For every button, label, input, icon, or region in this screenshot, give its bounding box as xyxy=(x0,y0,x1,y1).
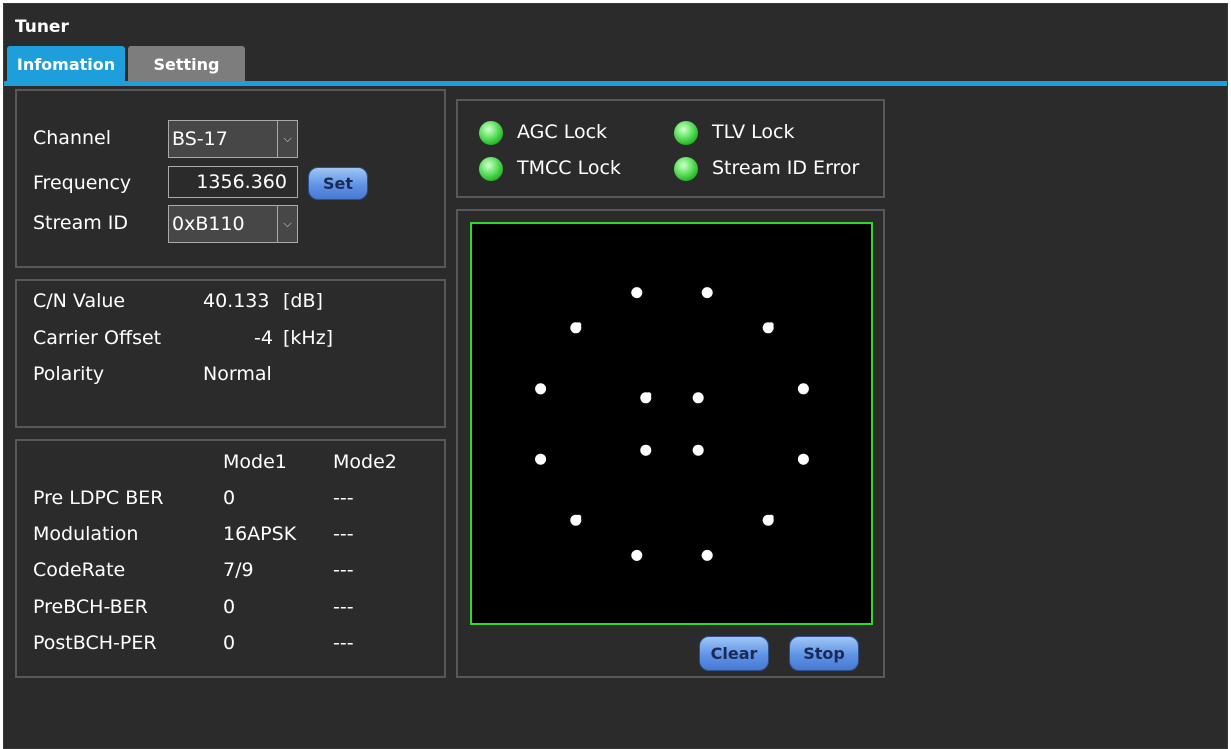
constellation-point xyxy=(701,552,707,558)
row-mode1: 0 xyxy=(223,632,236,654)
constellation-point xyxy=(800,459,806,465)
tmcc-lock-led xyxy=(479,157,503,181)
constellation-point xyxy=(634,555,640,561)
row-label: Pre LDPC BER xyxy=(33,487,164,509)
cn-value: 40.133 xyxy=(203,290,270,312)
row-mode2: --- xyxy=(333,487,354,509)
tuning-panel: Channel BS-17 ⌵ Frequency 1356.360 Set S… xyxy=(15,89,446,268)
channel-select[interactable]: BS-17 ⌵ xyxy=(168,120,298,158)
polarity-value: Normal xyxy=(203,363,272,385)
carrier-offset-value: -4 xyxy=(254,327,273,349)
window-title: Tuner xyxy=(15,17,69,37)
row-mode1: 16APSK xyxy=(223,523,297,545)
constellation-point xyxy=(692,395,698,401)
row-label: Modulation xyxy=(33,523,139,545)
row-label: PostBCH-PER xyxy=(33,632,157,654)
cn-unit: [dB] xyxy=(283,290,323,312)
constellation-point xyxy=(631,290,637,296)
row-mode1: 7/9 xyxy=(223,559,254,581)
row-mode1: 0 xyxy=(223,596,236,618)
agc-lock-led xyxy=(479,121,503,145)
set-button[interactable]: Set xyxy=(308,167,368,200)
row-label: PreBCH-BER xyxy=(33,596,148,618)
tab-information[interactable]: Infomation xyxy=(7,46,125,82)
row-mode2: --- xyxy=(333,523,354,545)
stream-id-label: Stream ID xyxy=(33,212,129,234)
stream-id-error-label: Stream ID Error xyxy=(712,157,860,179)
constellation-point xyxy=(768,514,774,520)
mode2-header: Mode2 xyxy=(333,451,397,473)
constellation-panel: Clear Stop xyxy=(456,209,885,678)
chevron-down-icon[interactable]: ⌵ xyxy=(277,121,297,157)
constellation-point xyxy=(646,392,652,398)
mode-panel: Mode1 Mode2 Pre LDPC BER 0 --- Modulatio… xyxy=(15,439,446,678)
constellation-point xyxy=(538,389,544,395)
frequency-field[interactable]: 1356.360 xyxy=(168,166,298,198)
cn-label: C/N Value xyxy=(33,290,126,312)
agc-lock-label: AGC Lock xyxy=(517,121,608,143)
tuner-window: Tuner Infomation Setting Channel BS-17 ⌵… xyxy=(3,3,1228,749)
carrier-offset-label: Carrier Offset xyxy=(33,327,162,349)
constellation-point xyxy=(535,456,541,462)
polarity-label: Polarity xyxy=(33,363,105,385)
row-label: CodeRate xyxy=(33,559,126,581)
stream-id-value: 0xB110 xyxy=(172,213,245,235)
constellation-point xyxy=(692,447,698,453)
frequency-label: Frequency xyxy=(33,172,132,194)
constellation-point xyxy=(576,514,582,520)
constellation-point xyxy=(576,322,582,328)
constellation-point xyxy=(704,293,710,299)
constellation-point xyxy=(768,322,774,328)
carrier-offset-unit: [kHz] xyxy=(283,327,334,349)
clear-button[interactable]: Clear xyxy=(699,636,769,671)
stream-id-select[interactable]: 0xB110 ⌵ xyxy=(168,205,298,243)
constellation-display xyxy=(470,222,873,625)
row-mode1: 0 xyxy=(223,487,236,509)
constellation-point xyxy=(797,386,803,392)
tab-setting[interactable]: Setting xyxy=(128,46,245,82)
tab-underline xyxy=(4,81,1227,86)
row-mode2: --- xyxy=(333,559,354,581)
row-mode2: --- xyxy=(333,596,354,618)
chevron-down-icon[interactable]: ⌵ xyxy=(277,206,297,242)
tlv-lock-label: TLV Lock xyxy=(712,121,795,143)
channel-value: BS-17 xyxy=(172,128,228,150)
constellation-plot xyxy=(535,287,809,561)
channel-label: Channel xyxy=(33,127,112,149)
tlv-lock-led xyxy=(674,121,698,145)
signal-panel: C/N Value 40.133 [dB] Carrier Offset -4 … xyxy=(15,279,446,428)
mode1-header: Mode1 xyxy=(223,451,287,473)
constellation-point xyxy=(643,450,649,456)
tmcc-lock-label: TMCC Lock xyxy=(517,157,621,179)
status-panel: AGC Lock TLV Lock TMCC Lock Stream ID Er… xyxy=(456,99,885,198)
row-mode2: --- xyxy=(333,632,354,654)
stop-button[interactable]: Stop xyxy=(789,636,859,671)
stream-id-error-led xyxy=(674,157,698,181)
